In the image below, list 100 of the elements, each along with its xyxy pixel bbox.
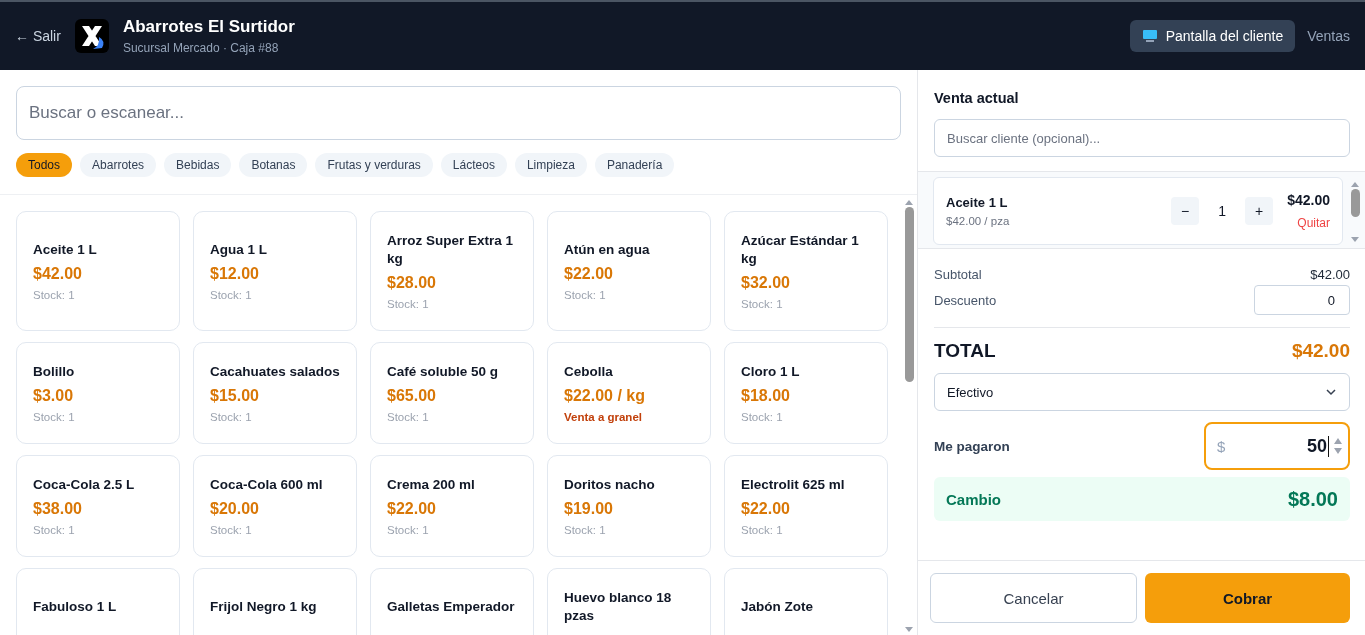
product-card[interactable]: Fabuloso 1 L bbox=[16, 568, 180, 635]
category-chip[interactable]: Lácteos bbox=[440, 153, 507, 177]
stock-label: Stock: 1 bbox=[210, 524, 253, 536]
product-price: $28.00 bbox=[387, 274, 437, 292]
category-chip[interactable]: Todos bbox=[16, 153, 73, 177]
product-name: Cloro 1 L bbox=[741, 363, 801, 381]
product-name: Cacahuates salados bbox=[210, 363, 340, 381]
item-name: Aceite 1 L bbox=[946, 195, 1009, 210]
product-card[interactable]: Galletas Emperador bbox=[370, 568, 534, 635]
product-price: $19.00 bbox=[564, 500, 614, 518]
scroll-down-icon[interactable] bbox=[1351, 237, 1359, 243]
product-card[interactable]: Frijol Negro 1 kg bbox=[193, 568, 357, 635]
product-card[interactable]: Coca-Cola 2.5 L $38.00 Stock: 1 bbox=[16, 455, 180, 557]
product-name: Azúcar Estándar 1 kg bbox=[741, 232, 860, 268]
product-name: Coca-Cola 600 ml bbox=[210, 476, 324, 494]
product-name: Huevo blanco 18 pzas bbox=[564, 589, 673, 625]
discount-field[interactable]: 0 bbox=[1254, 285, 1350, 315]
product-card[interactable]: Agua 1 L $12.00 Stock: 1 bbox=[193, 211, 357, 331]
remove-link[interactable]: Quitar bbox=[1297, 216, 1330, 230]
stock-label: Stock: 1 bbox=[741, 298, 784, 310]
product-price: $32.00 bbox=[741, 274, 791, 292]
sales-link[interactable]: Ventas bbox=[1307, 28, 1350, 44]
charge-button[interactable]: Cobrar bbox=[1145, 573, 1350, 623]
category-chip[interactable]: Botanas bbox=[239, 153, 308, 177]
subtotal-label: Subtotal bbox=[934, 267, 982, 282]
product-card[interactable]: Arroz Super Extra 1 kg $28.00 Stock: 1 bbox=[370, 211, 534, 331]
customer-search-field[interactable]: Buscar cliente (opcional)... bbox=[934, 119, 1350, 157]
stock-label: Stock: 1 bbox=[741, 524, 784, 536]
category-chip[interactable]: Panadería bbox=[594, 153, 675, 177]
scroll-up-icon[interactable] bbox=[1351, 181, 1359, 187]
increment-button[interactable]: + bbox=[1245, 197, 1274, 225]
customer-screen-button[interactable]: Pantalla del cliente bbox=[1129, 20, 1296, 52]
decrement-button[interactable]: − bbox=[1171, 197, 1200, 225]
change-value: $8.00 bbox=[1287, 487, 1338, 511]
sale-title: Venta actual bbox=[934, 90, 1020, 106]
category-chip[interactable]: Limpieza bbox=[514, 153, 587, 177]
stock-label: Stock: 1 bbox=[387, 524, 430, 536]
scrollbar-thumb[interactable] bbox=[1350, 189, 1360, 217]
payment-method-select[interactable]: Efectivo bbox=[934, 373, 1350, 411]
change-label: Cambio bbox=[946, 490, 1001, 508]
scrollbar-thumb[interactable] bbox=[904, 207, 914, 382]
product-price: $3.00 bbox=[33, 387, 75, 405]
product-price: $22.00 bbox=[564, 265, 614, 283]
logo-icon bbox=[74, 19, 109, 53]
search-field[interactable]: Buscar o escanear... bbox=[16, 86, 901, 140]
product-name: Frijol Negro 1 kg bbox=[210, 598, 318, 616]
product-price: $42.00 bbox=[33, 265, 83, 283]
product-card[interactable]: Coca-Cola 600 ml $20.00 Stock: 1 bbox=[193, 455, 357, 557]
bulk-sale-label: Venta a granel bbox=[564, 411, 643, 423]
product-price: $22.00 bbox=[741, 500, 791, 518]
product-card[interactable]: Doritos nacho $19.00 Stock: 1 bbox=[547, 455, 711, 557]
product-card[interactable]: Bolillo $3.00 Stock: 1 bbox=[16, 342, 180, 444]
product-price: $65.00 bbox=[387, 387, 437, 405]
product-name: Cebolla bbox=[564, 363, 614, 381]
stock-label: Stock: 1 bbox=[387, 411, 430, 423]
product-card[interactable]: Huevo blanco 18 pzas bbox=[547, 568, 711, 635]
product-card[interactable]: Aceite 1 L $42.00 Stock: 1 bbox=[16, 211, 180, 331]
product-card[interactable]: Café soluble 50 g $65.00 Stock: 1 bbox=[370, 342, 534, 444]
product-card[interactable]: Electrolit 625 ml $22.00 Stock: 1 bbox=[724, 455, 888, 557]
product-card[interactable]: Cloro 1 L $18.00 Stock: 1 bbox=[724, 342, 888, 444]
total-label: TOTAL bbox=[934, 340, 996, 362]
product-card[interactable]: Jabón Zote bbox=[724, 568, 888, 635]
scroll-up-icon[interactable] bbox=[905, 199, 913, 205]
discount-label: Descuento bbox=[934, 292, 997, 308]
stock-label: Stock: 1 bbox=[33, 289, 76, 301]
category-chip[interactable]: Bebidas bbox=[164, 153, 232, 177]
product-price: $18.00 bbox=[741, 387, 791, 405]
product-card[interactable]: Cacahuates salados $15.00 Stock: 1 bbox=[193, 342, 357, 444]
category-chip[interactable]: Abarrotes bbox=[80, 153, 157, 177]
category-chip[interactable]: Frutas y verduras bbox=[315, 153, 433, 177]
stock-label: Stock: 1 bbox=[564, 289, 607, 301]
product-card[interactable]: Cebolla $22.00 / kg Venta a granel bbox=[547, 342, 711, 444]
product-name: Electrolit 625 ml bbox=[741, 476, 846, 494]
product-price: $15.00 bbox=[210, 387, 260, 405]
product-card[interactable]: Azúcar Estándar 1 kg $32.00 Stock: 1 bbox=[724, 211, 888, 331]
product-card[interactable]: Atún en agua $22.00 Stock: 1 bbox=[547, 211, 711, 331]
total-value: $42.00 bbox=[1291, 340, 1350, 362]
product-price: $20.00 bbox=[210, 500, 260, 518]
product-name: Arroz Super Extra 1 kg bbox=[387, 232, 515, 268]
line-total: $42.00 bbox=[1287, 192, 1330, 208]
product-card[interactable]: Crema 200 ml $22.00 Stock: 1 bbox=[370, 455, 534, 557]
product-name: Atún en agua bbox=[564, 241, 651, 259]
product-name: Jabón Zote bbox=[741, 598, 814, 616]
cancel-button[interactable]: Cancelar bbox=[930, 573, 1137, 623]
paid-amount-field[interactable]: $ 50 bbox=[1204, 422, 1350, 470]
paid-label: Me pagaron bbox=[934, 438, 1010, 454]
product-name: Galletas Emperador bbox=[387, 598, 516, 616]
product-price: $22.00 / kg bbox=[564, 387, 646, 405]
monitor-icon bbox=[1141, 28, 1158, 44]
stock-label: Stock: 1 bbox=[741, 411, 784, 423]
back-link[interactable]: ← Salir bbox=[15, 28, 61, 44]
subtotal-value: $42.00 bbox=[1310, 267, 1350, 282]
stock-label: Stock: 1 bbox=[33, 524, 76, 536]
chevron-down-icon bbox=[1325, 386, 1337, 398]
scroll-down-icon[interactable] bbox=[905, 627, 913, 633]
product-name: Crema 200 ml bbox=[387, 476, 476, 494]
store-name: Abarrotes El Surtidor bbox=[122, 17, 295, 37]
product-name: Fabuloso 1 L bbox=[33, 598, 118, 616]
stock-label: Stock: 1 bbox=[210, 411, 253, 423]
product-name: Aceite 1 L bbox=[33, 241, 98, 259]
